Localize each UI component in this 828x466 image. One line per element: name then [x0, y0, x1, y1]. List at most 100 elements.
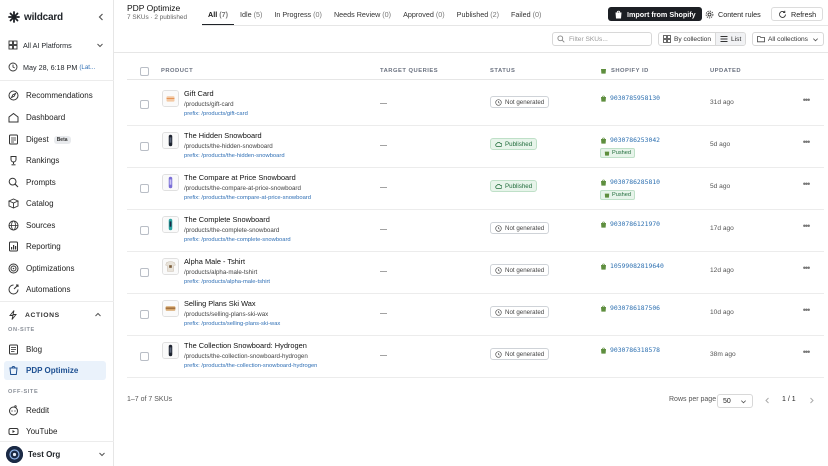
- shopify-id-link[interactable]: 9030786121970: [600, 220, 660, 228]
- row-checkbox[interactable]: [140, 100, 149, 109]
- next-page-icon[interactable]: [807, 396, 816, 405]
- nav-reddit[interactable]: Reddit: [4, 401, 106, 420]
- more-actions-icon[interactable]: •••: [799, 180, 813, 190]
- shopify-id-link[interactable]: 9030786253042: [600, 136, 660, 144]
- row-checkbox[interactable]: [140, 310, 149, 319]
- main-content: PDP Optimize 7 SKUs · 2 published All (7…: [114, 0, 828, 466]
- shopify-id-link[interactable]: 9030786318578: [600, 346, 660, 354]
- nav-optimizations[interactable]: Optimizations: [4, 259, 106, 278]
- select-all-checkbox[interactable]: [140, 67, 149, 76]
- product-prefix-link[interactable]: prefix: /products/gift-card: [184, 111, 248, 117]
- nav-label: YouTube: [26, 427, 58, 436]
- more-actions-icon[interactable]: •••: [799, 306, 813, 316]
- more-actions-icon[interactable]: •••: [799, 348, 813, 358]
- nav-blog[interactable]: Blog: [4, 340, 106, 359]
- product-name[interactable]: The Collection Snowboard: Hydrogen: [184, 341, 307, 350]
- nav-automations[interactable]: Automations: [4, 280, 106, 299]
- list-option[interactable]: List: [715, 33, 746, 45]
- prev-page-icon[interactable]: [763, 396, 772, 405]
- product-name[interactable]: The Compare at Price Snowboard: [184, 173, 296, 182]
- org-switcher[interactable]: Test Org: [6, 445, 106, 463]
- product-name[interactable]: The Hidden Snowboard: [184, 131, 262, 140]
- compass-icon: [8, 90, 19, 101]
- table-row[interactable]: The Hidden Snowboard/products/the-hidden…: [127, 126, 824, 168]
- cloud-upload-icon: [495, 141, 502, 148]
- nav-label: Sources: [26, 221, 56, 230]
- sku-filter[interactable]: [552, 32, 652, 46]
- more-actions-icon[interactable]: •••: [799, 264, 813, 274]
- status-badge: Published: [490, 180, 538, 192]
- rows-per-page-select[interactable]: 50: [717, 394, 753, 408]
- date-selector[interactable]: May 28, 6:18 PM (Lat...: [6, 59, 106, 75]
- collections-option[interactable]: All collections: [753, 33, 823, 45]
- col-status: STATUS: [490, 68, 516, 74]
- nav-reporting[interactable]: Reporting: [4, 237, 106, 256]
- product-name[interactable]: The Complete Snowboard: [184, 215, 270, 224]
- nav-prompts[interactable]: Prompts: [4, 173, 106, 192]
- tab-approved[interactable]: Approved (0): [397, 6, 451, 26]
- tab-all[interactable]: All (7): [202, 6, 234, 26]
- nav-dashboard[interactable]: Dashboard: [4, 108, 106, 127]
- collapse-sidebar-icon[interactable]: [96, 12, 106, 22]
- nav-digest[interactable]: Digest Beta: [4, 130, 106, 149]
- nav-rankings[interactable]: Rankings: [4, 151, 106, 170]
- table-row[interactable]: The Compare at Price Snowboard/products/…: [127, 168, 824, 210]
- product-prefix-link[interactable]: prefix: /products/the-collection-snowboa…: [184, 363, 317, 369]
- more-actions-icon[interactable]: •••: [799, 138, 813, 148]
- row-checkbox[interactable]: [140, 184, 149, 193]
- nav-sources[interactable]: Sources: [4, 216, 106, 235]
- tab-published[interactable]: Published (2): [451, 6, 505, 26]
- col-shopify-id-label: SHOPIFY ID: [611, 68, 649, 74]
- shopify-id-link[interactable]: 9030785958130: [600, 94, 660, 102]
- platform-selector[interactable]: All AI Platforms: [6, 37, 106, 53]
- nav-youtube[interactable]: YouTube: [4, 422, 106, 441]
- row-checkbox[interactable]: [140, 352, 149, 361]
- product-name[interactable]: Selling Plans Ski Wax: [184, 299, 256, 308]
- product-name[interactable]: Gift Card: [184, 89, 214, 98]
- chevron-down-icon: [98, 450, 106, 458]
- product-prefix-link[interactable]: prefix: /products/the-complete-snowboard: [184, 237, 291, 243]
- table-row[interactable]: The Collection Snowboard: Hydrogen/produ…: [127, 336, 824, 378]
- product-name[interactable]: Alpha Male - Tshirt: [184, 257, 245, 266]
- tab-failed[interactable]: Failed (0): [505, 6, 547, 26]
- product-prefix-link[interactable]: prefix: /products/alpha-male-tshirt: [184, 279, 270, 285]
- nav-pdp-optimize[interactable]: PDP Optimize: [4, 361, 106, 380]
- tab-in-progress[interactable]: In Progress (0): [268, 6, 328, 26]
- reddit-icon: [8, 405, 19, 416]
- brand[interactable]: wildcard: [8, 10, 106, 24]
- row-checkbox[interactable]: [140, 268, 149, 277]
- rows-per-page-label: Rows per page: [669, 396, 717, 403]
- product-prefix-link[interactable]: prefix: /products/selling-plans-ski-wax: [184, 321, 280, 327]
- refresh-button[interactable]: Refresh: [771, 7, 824, 21]
- shopify-id-link[interactable]: 9030786187506: [600, 304, 660, 312]
- shopify-icon: [600, 305, 607, 312]
- tab-idle[interactable]: Idle (5): [234, 6, 268, 26]
- table-row[interactable]: Gift Card/products/gift-card prefix: /pro…: [127, 84, 824, 126]
- collections-dropdown[interactable]: All collections: [752, 32, 824, 46]
- more-actions-icon[interactable]: •••: [799, 96, 813, 106]
- actions-section-toggle[interactable]: ACTIONS: [4, 308, 106, 322]
- product-path: /products/gift-card: [184, 101, 234, 108]
- page-title: PDP Optimize: [127, 3, 181, 13]
- nav-recommendations[interactable]: Recommendations: [4, 86, 106, 105]
- import-from-shopify-button[interactable]: Import from Shopify: [608, 7, 702, 21]
- row-checkbox[interactable]: [140, 226, 149, 235]
- more-actions-icon[interactable]: •••: [799, 222, 813, 232]
- clock-icon: [495, 98, 502, 106]
- table-row[interactable]: Selling Plans Ski Wax/products/selling-p…: [127, 294, 824, 336]
- search-input[interactable]: [569, 35, 649, 43]
- tab-needs-review[interactable]: Needs Review (0): [328, 6, 397, 26]
- row-checkbox[interactable]: [140, 142, 149, 151]
- shopify-id-link[interactable]: 9030786285810: [600, 178, 660, 186]
- shopify-id-link[interactable]: 10599082819640: [600, 262, 664, 270]
- clock-icon: [495, 266, 502, 274]
- content-rules-button[interactable]: Content rules: [699, 7, 767, 21]
- view-toggle: By collection List: [658, 32, 747, 46]
- table-row[interactable]: The Complete Snowboard/products/the-comp…: [127, 210, 824, 252]
- table-row[interactable]: Alpha Male - Tshirt/products/alpha-male-…: [127, 252, 824, 294]
- product-prefix-link[interactable]: prefix: /products/the-hidden-snowboard: [184, 153, 285, 159]
- product-prefix-link[interactable]: prefix: /products/the-compare-at-price-s…: [184, 195, 311, 201]
- nav-catalog[interactable]: Catalog: [4, 194, 106, 213]
- tab-label: Published: [456, 10, 489, 19]
- by-collection-option[interactable]: By collection: [659, 33, 715, 45]
